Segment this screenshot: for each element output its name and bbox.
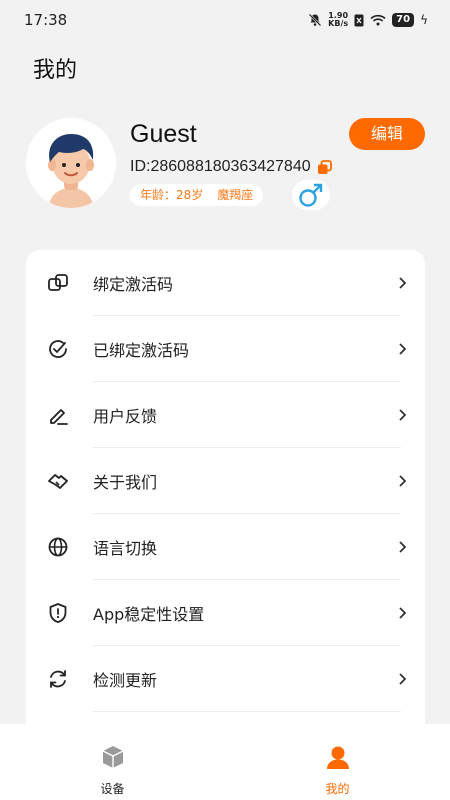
male-icon <box>299 183 323 207</box>
zodiac-label: 魔羯座 <box>217 188 254 202</box>
battery-icon: 70 <box>392 13 415 27</box>
status-time: 17:38 <box>24 11 68 29</box>
menu-item-label: 用户反馈 <box>93 407 158 426</box>
chevron-right-icon <box>399 277 407 289</box>
bottom-nav: 设备 我的 <box>0 724 450 800</box>
page-title: 我的 <box>33 58 78 83</box>
sim-icon <box>354 14 364 26</box>
copy-icon[interactable] <box>317 159 332 175</box>
tab-label: 设备 <box>100 782 125 796</box>
pen-icon <box>46 403 70 427</box>
settings-menu: 绑定激活码 已绑定激活码 用户反馈 关于我们 语言切换 App稳定性设置 检测更… <box>26 250 425 750</box>
menu-item-label: 绑定激活码 <box>93 275 174 294</box>
edit-profile-button[interactable]: 编辑 <box>349 118 425 150</box>
globe-icon <box>46 535 70 559</box>
charging-icon: ϟ <box>420 13 428 27</box>
menu-item-label: 已绑定激活码 <box>93 341 190 360</box>
menu-item-label: 关于我们 <box>93 473 158 492</box>
net-speed: 1.90 KB/s <box>328 11 349 28</box>
menu-item-about[interactable]: 关于我们 <box>26 448 425 514</box>
handshake-icon <box>46 469 70 493</box>
status-bar: 17:38 1.90 KB/s 70 ϟ <box>0 0 450 40</box>
shield-icon <box>46 601 70 625</box>
menu-item-label: App稳定性设置 <box>93 605 205 624</box>
mute-bell-icon <box>308 13 322 27</box>
chevron-right-icon <box>399 475 407 487</box>
username: Guest <box>130 120 197 148</box>
menu-item-bound-codes[interactable]: 已绑定激活码 <box>26 316 425 382</box>
menu-item-feedback[interactable]: 用户反馈 <box>26 382 425 448</box>
user-id-row: ID:286088180363427840 <box>130 158 332 176</box>
menu-item-bind-code[interactable]: 绑定激活码 <box>26 250 425 316</box>
person-icon <box>326 746 349 769</box>
tab-mine[interactable]: 我的 <box>225 724 450 800</box>
user-id: ID:286088180363427840 <box>130 158 311 175</box>
chevron-right-icon <box>399 343 407 355</box>
age-label: 年龄：28岁 <box>140 188 204 202</box>
cube-icon <box>102 746 123 768</box>
age-zodiac-badge: 年龄：28岁 魔羯座 <box>130 184 264 206</box>
avatar-boy-icon <box>26 118 116 208</box>
chevron-right-icon <box>399 409 407 421</box>
menu-item-label: 语言切换 <box>93 539 158 558</box>
chevron-right-icon <box>399 541 407 553</box>
tab-devices[interactable]: 设备 <box>0 724 225 800</box>
avatar[interactable] <box>26 118 116 208</box>
refresh-icon <box>46 667 70 691</box>
divider <box>93 711 401 712</box>
chevron-right-icon <box>399 673 407 685</box>
menu-item-stability[interactable]: App稳定性设置 <box>26 580 425 646</box>
gender-badge <box>292 180 330 210</box>
bind-code-icon <box>46 271 70 295</box>
status-icons: 1.90 KB/s 70 ϟ <box>308 12 428 28</box>
menu-item-check-update[interactable]: 检测更新 <box>26 646 425 712</box>
check-circle-icon <box>46 337 70 361</box>
tab-label: 我的 <box>325 782 350 796</box>
menu-item-language[interactable]: 语言切换 <box>26 514 425 580</box>
chevron-right-icon <box>399 607 407 619</box>
menu-item-label: 检测更新 <box>93 671 158 690</box>
wifi-icon <box>370 14 386 26</box>
